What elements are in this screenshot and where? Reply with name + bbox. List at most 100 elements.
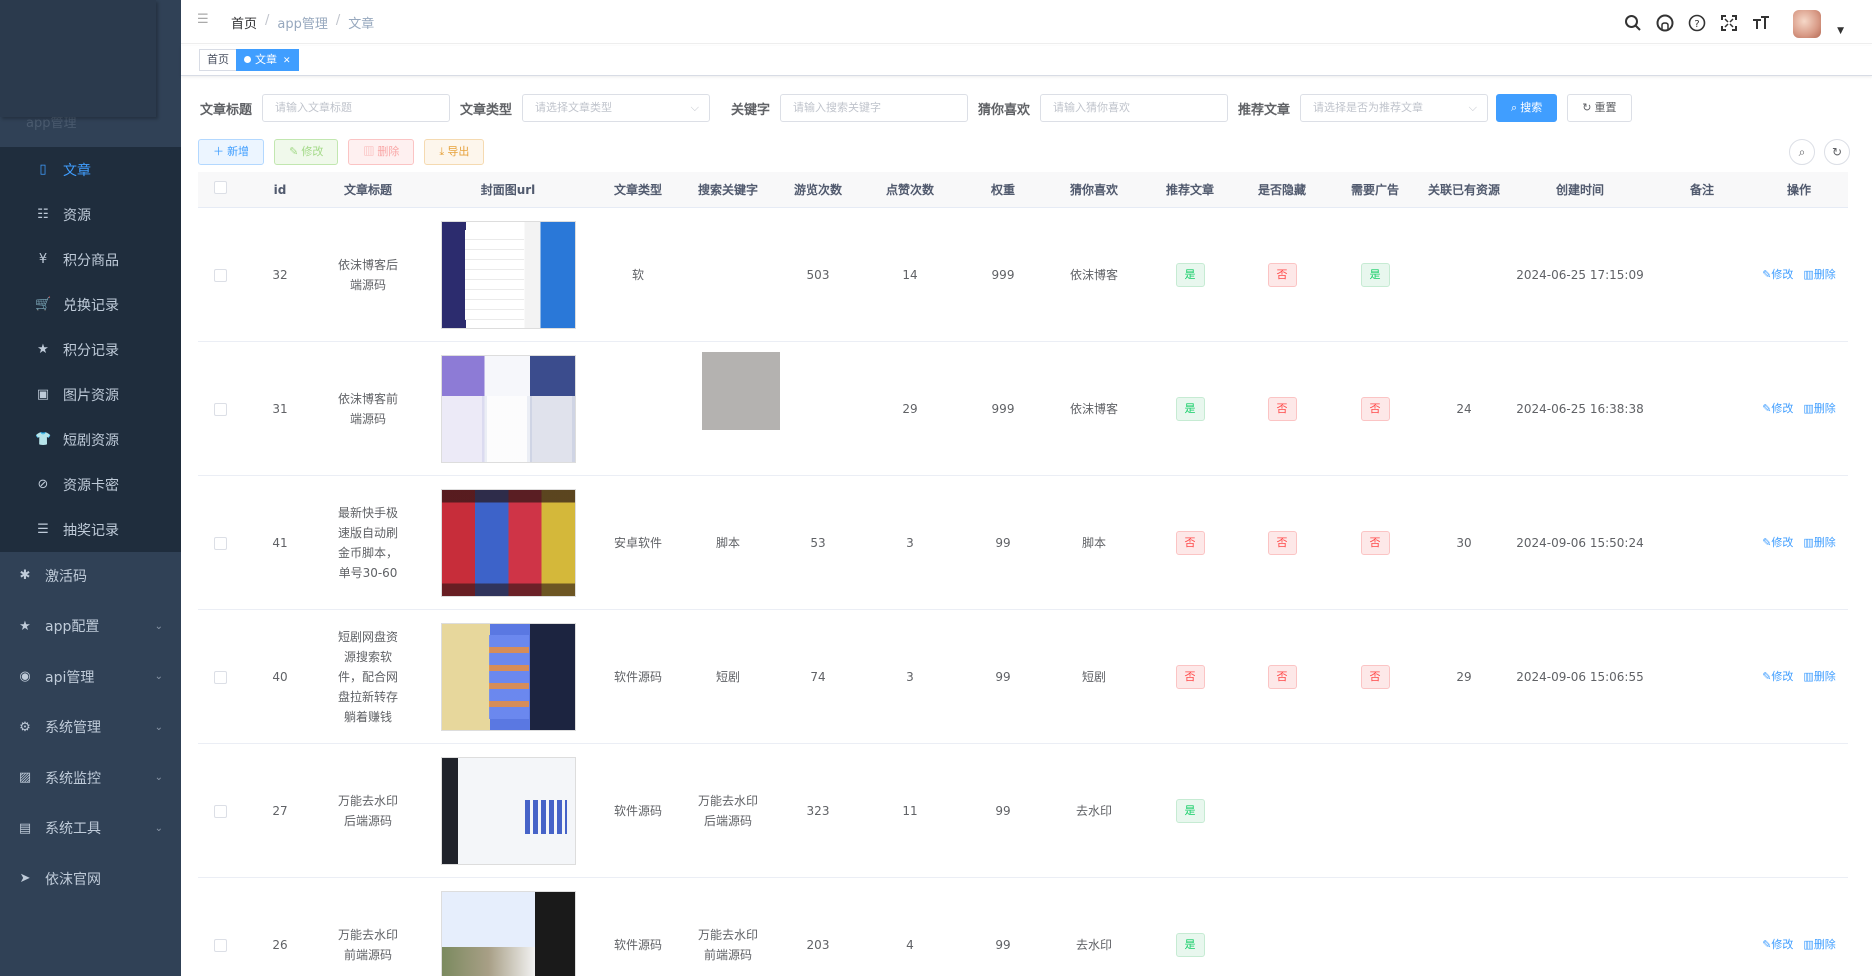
column-header: 猜你喜欢 <box>1069 183 1118 197</box>
sidebar-item-6[interactable]: 👕 短剧资源 <box>0 417 181 462</box>
edit-button[interactable]: ✎ 修改 <box>274 139 339 165</box>
cell-keyword: 万能去水印后端源码 <box>678 744 778 878</box>
search-icon: ⌕ <box>1511 102 1521 114</box>
delete-button-label: 删除 <box>377 146 400 158</box>
row-checkbox[interactable] <box>213 938 227 952</box>
edit-button-label: 修改 <box>301 146 324 158</box>
caret-down-icon[interactable]: ▼ <box>1837 26 1844 36</box>
avatar[interactable] <box>1793 10 1822 38</box>
table-row[interactable]: 26 万能去水印前端源码 软件源码 万能去水印前端源码 203 4 99 去水印 是 ✎修改 ▥删除 <box>198 878 1848 976</box>
column-header: 是否隐藏 <box>1257 183 1306 197</box>
github-icon[interactable] <box>1655 14 1675 34</box>
row-delete-link[interactable]: ▥删除 <box>1803 265 1835 285</box>
sidebar-menu-0[interactable]: ✱ 激活码 <box>0 553 181 598</box>
sidebar-item-5[interactable]: ▣ 图片资源 <box>0 372 181 417</box>
add-button-label: 新增 <box>227 146 250 158</box>
guess-text: 依沫博客 <box>1069 268 1118 282</box>
sidebar-item-4[interactable]: ★ 积分记录 <box>0 327 181 372</box>
search-button[interactable]: ⌕ 搜索 <box>1496 94 1558 122</box>
row-delete-link[interactable]: ▥删除 <box>1803 533 1835 553</box>
recommend-select[interactable]: 请选择是否为推荐文章 ⌵ <box>1300 94 1489 122</box>
table-row[interactable]: 31 依沫博客前端源码 29 999 依沫博客 是 否 否 24 2024-06-25 16:38… <box>198 342 1848 476</box>
select-all-checkbox[interactable] <box>213 181 227 194</box>
sidebar-item-8[interactable]: ☰ 抽奖记录 <box>0 507 181 552</box>
row-checkbox[interactable] <box>213 670 227 684</box>
question-icon[interactable]: ? <box>1687 14 1707 34</box>
sidebar-item-2[interactable]: ¥ 积分商品 <box>0 237 181 282</box>
guess-text: 脚本 <box>1081 536 1106 550</box>
row-delete-link[interactable]: ▥删除 <box>1803 935 1835 955</box>
guess-input[interactable]: 请输入猜你喜欢 <box>1040 94 1229 122</box>
sidebar-item-1[interactable]: ☷ 资源 <box>0 192 181 237</box>
row-checkbox[interactable] <box>213 536 227 550</box>
weight-text: 999 <box>991 268 1015 282</box>
status-badge: 是 <box>1175 397 1205 421</box>
cell-views <box>778 342 858 476</box>
table-header: id 文章标题 封面图url 文章类型 搜索关键字 游览次数 点赞次数 权重 猜你喜欢 推荐文章 是… <box>198 172 1848 208</box>
font-size-icon[interactable] <box>1751 14 1771 34</box>
row-delete-link[interactable]: ▥删除 <box>1803 667 1835 687</box>
row-edit-link[interactable]: ✎修改 <box>1762 533 1793 553</box>
cell-title: 短剧网盘资源搜索软件，配合网盘拉新转存躺着赚钱 <box>318 610 418 744</box>
filter-type: 文章类型 请选择文章类型 ⌵ <box>460 94 711 122</box>
export-button[interactable]: ⤓ 导出 <box>424 139 485 165</box>
table-row[interactable]: 27 万能去水印后端源码 软件源码 万能去水印后端源码 323 11 99 去水印 是 <box>198 744 1848 878</box>
row-edit-link[interactable]: ✎修改 <box>1762 265 1793 285</box>
sidebar-item-0[interactable]: ▯ 文章 <box>0 147 181 192</box>
sidebar-menu-1[interactable]: ★ app配置 ⌄ <box>0 604 181 649</box>
cover-thumbnail[interactable] <box>440 757 576 865</box>
weight-text: 999 <box>991 402 1015 416</box>
guess-text: 去水印 <box>1075 938 1112 952</box>
row-checkbox[interactable] <box>213 402 227 416</box>
cover-thumbnail[interactable] <box>440 355 576 463</box>
row-checkbox[interactable] <box>213 268 227 282</box>
search-icon[interactable] <box>1623 14 1643 34</box>
card-icon: ⊘ <box>37 477 49 492</box>
tag-article[interactable]: 文章 ✕ <box>236 49 299 71</box>
row-edit-link[interactable]: ✎修改 <box>1762 935 1793 955</box>
filter-title: 文章标题 请输入文章标题 <box>200 94 451 122</box>
cover-thumbnail[interactable] <box>440 891 576 976</box>
sidebar-menu-5[interactable]: ▤ 系统工具 ⌄ <box>0 806 181 851</box>
cell-remark <box>1654 342 1750 476</box>
cell-views: 74 <box>778 610 858 744</box>
row-checkbox[interactable] <box>213 804 227 818</box>
cell-hidden <box>1236 744 1328 878</box>
cell-title: 万能去水印后端源码 <box>318 744 418 878</box>
table-row[interactable]: 32 依沫博客后端源码 软 503 14 999 依沫博客 是 否 是 2024-06-25 17:… <box>198 208 1848 342</box>
cell-ops: ✎修改 ▥删除 <box>1750 878 1848 976</box>
row-edit-link[interactable]: ✎修改 <box>1762 667 1793 687</box>
reset-button[interactable]: ↻ 重置 <box>1567 94 1632 122</box>
row-delete-link[interactable]: ▥删除 <box>1803 399 1835 419</box>
cover-thumbnail[interactable] <box>440 221 576 329</box>
refresh-icon[interactable]: ↻ <box>1824 139 1850 165</box>
sidebar-menu-3[interactable]: ⚙ 系统管理 ⌄ <box>0 705 181 750</box>
keyword-input[interactable]: 请输入搜索关键字 <box>780 94 969 122</box>
cell-type: 软件源码 <box>598 610 678 744</box>
cover-thumbnail[interactable] <box>440 623 576 731</box>
sidebar-menu-6[interactable]: ➤ 依沫官网 <box>0 856 181 901</box>
delete-button[interactable]: ▥ 删除 <box>348 139 415 165</box>
sidebar-menu-4[interactable]: ▨ 系统监控 ⌄ <box>0 755 181 800</box>
title-input[interactable]: 请输入文章标题 <box>262 94 451 122</box>
sidebar-item-3[interactable]: 🛒 兑换记录 <box>0 282 181 327</box>
sidebar-item-7[interactable]: ⊘ 资源卡密 <box>0 462 181 507</box>
row-edit-link[interactable]: ✎修改 <box>1762 399 1793 419</box>
cell-created <box>1506 878 1654 976</box>
tag-home[interactable]: 首页 <box>199 49 237 71</box>
close-icon[interactable]: ✕ <box>283 56 291 66</box>
cover-thumbnail[interactable] <box>440 489 576 597</box>
add-button[interactable]: ＋ 新增 <box>198 139 265 165</box>
sidebar-menu-2[interactable]: ◉ api管理 ⌄ <box>0 654 181 699</box>
cell-keyword: 短剧 <box>678 610 778 744</box>
cell-guess: 去水印 <box>1044 878 1144 976</box>
fullscreen-icon[interactable] <box>1719 14 1739 34</box>
table-row[interactable]: 40 短剧网盘资源搜索软件，配合网盘拉新转存躺着赚钱 软件源码 短剧 74 3 99 短剧 否 否… <box>198 610 1848 744</box>
cell-type: 软件源码 <box>598 744 678 878</box>
table-row[interactable]: 41 最新快手极速版自动刷金币脚本，单号30-60 安卓软件 脚本 53 3 99 脚本 否 否 否… <box>198 476 1848 610</box>
toggle-search-icon[interactable]: ⌕ <box>1789 139 1815 165</box>
hamburger-icon[interactable]: ☰ <box>197 12 211 28</box>
cell-cover <box>418 610 598 744</box>
type-select[interactable]: 请选择文章类型 ⌵ <box>522 94 711 122</box>
breadcrumb-home[interactable]: 首页 <box>231 13 257 32</box>
